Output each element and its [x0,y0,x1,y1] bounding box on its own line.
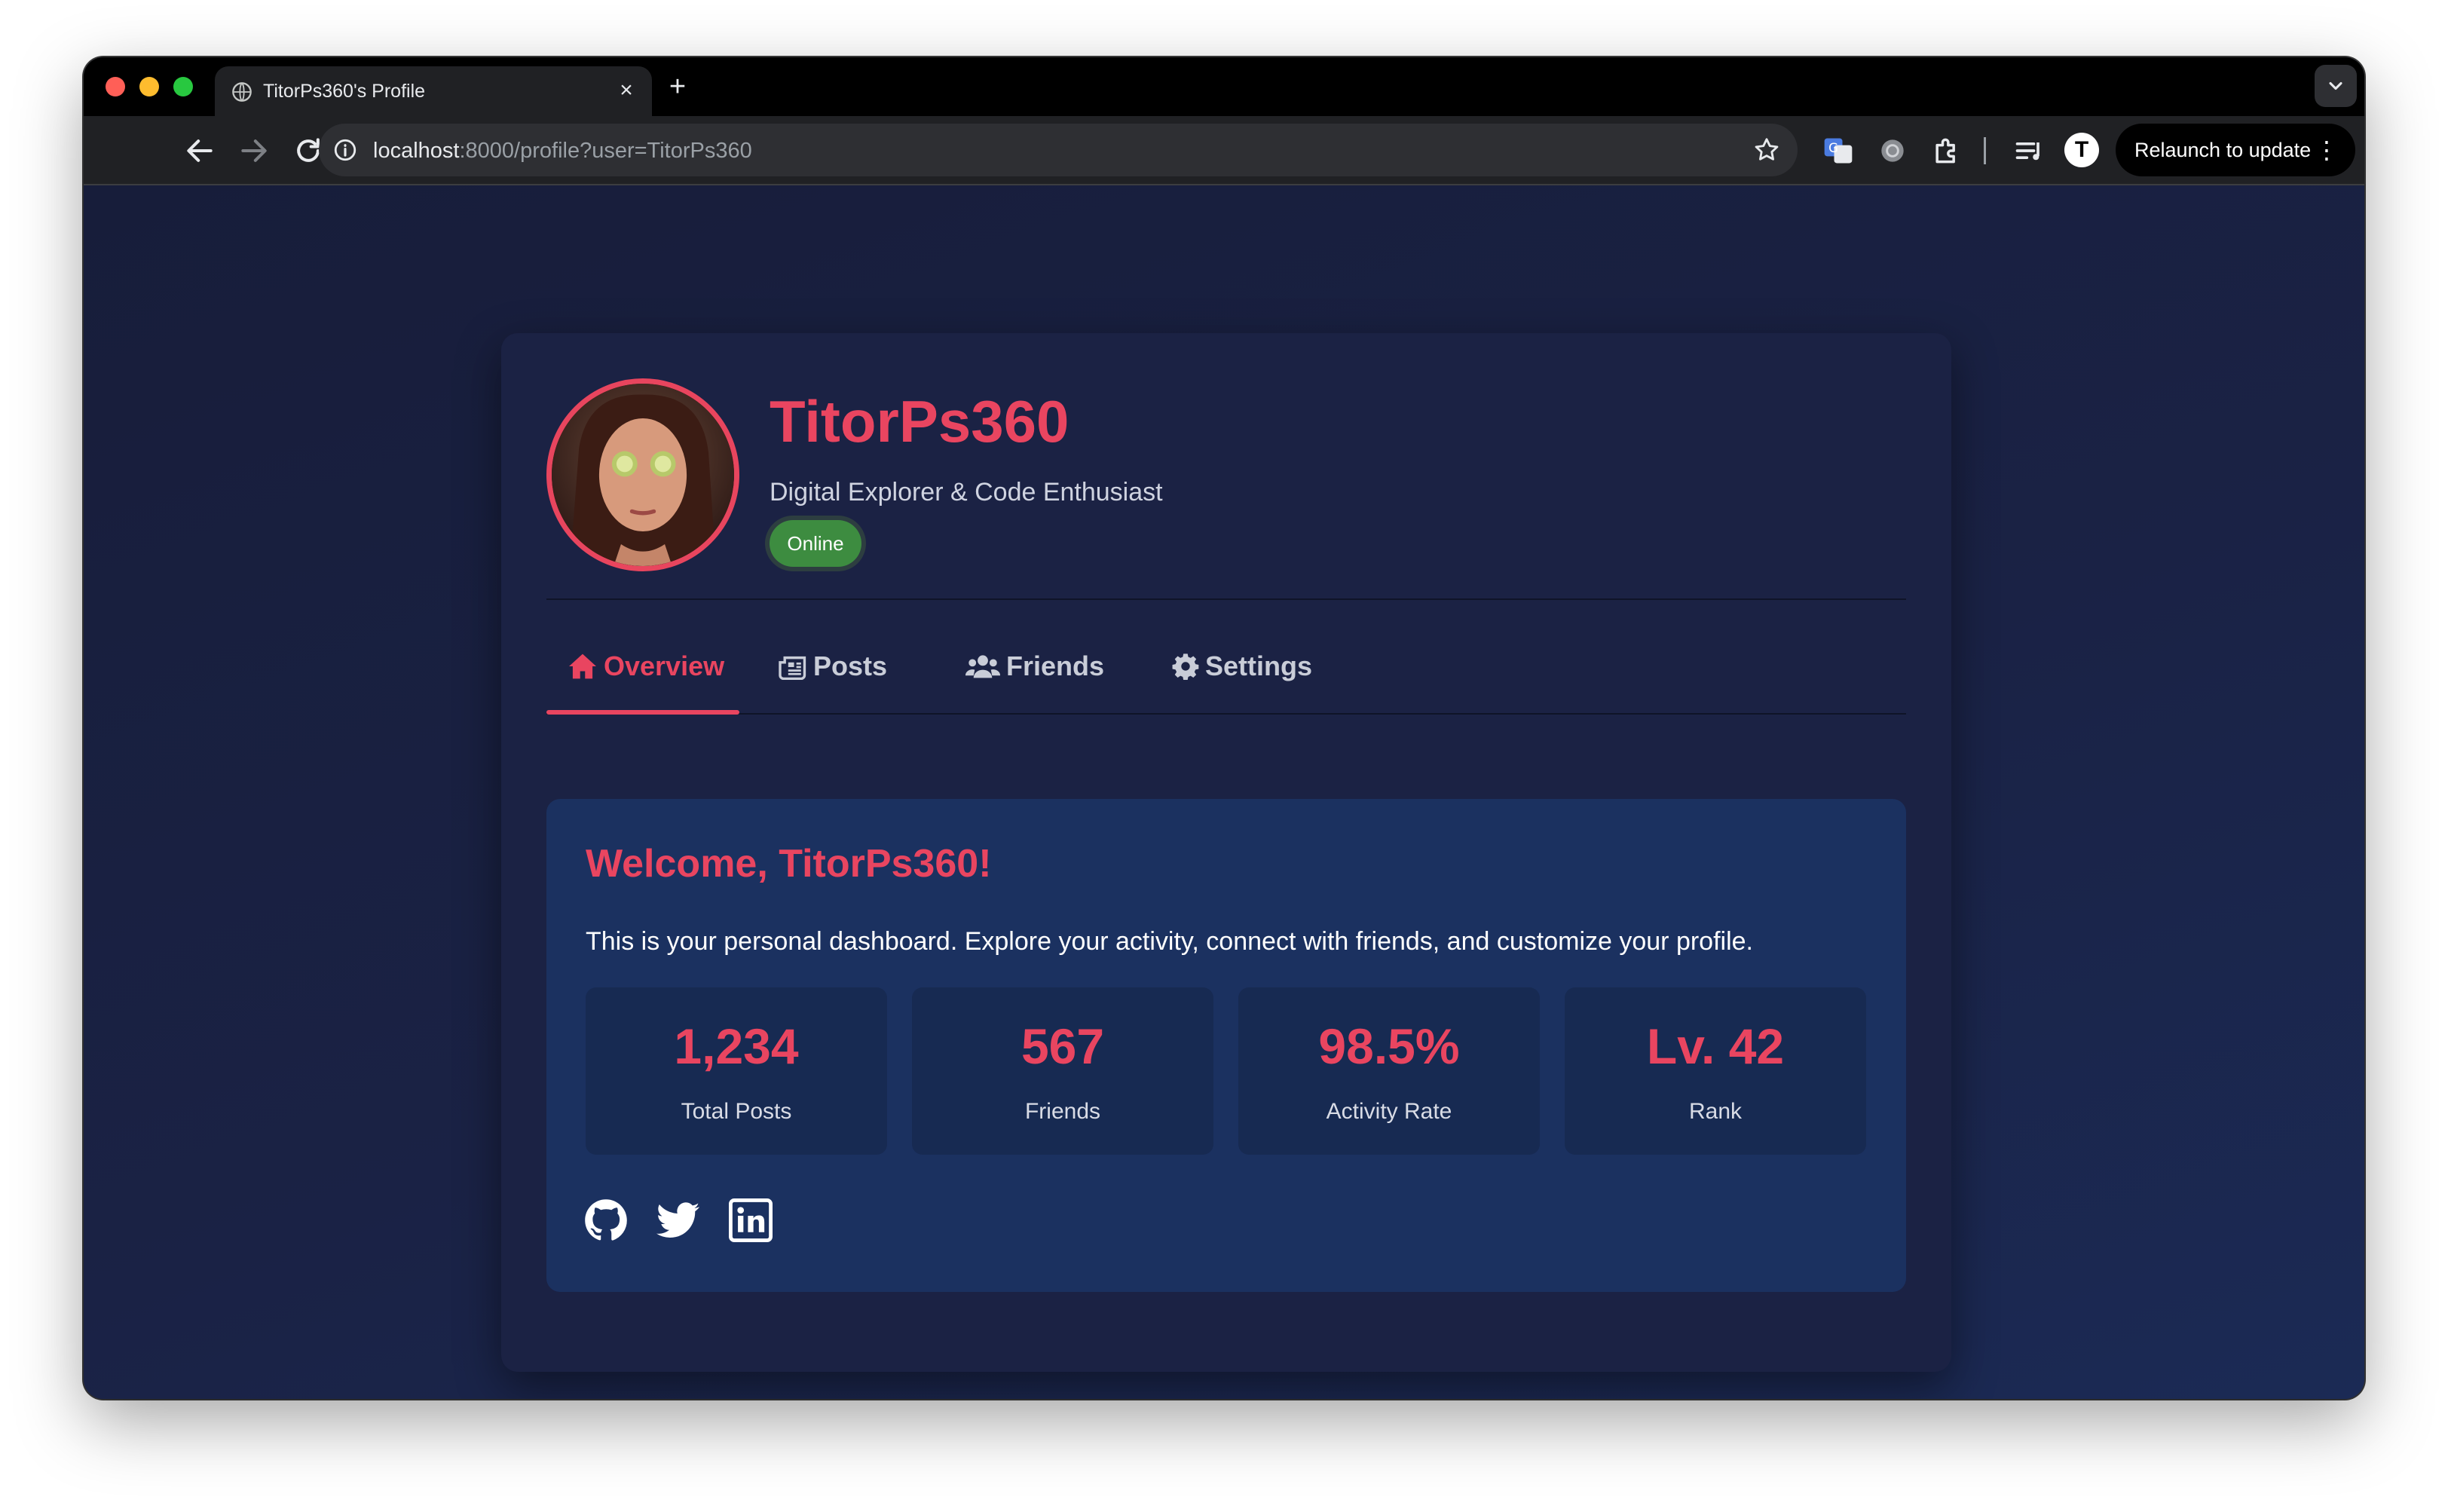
globe-icon [232,82,252,102]
tab-label: Friends [1006,650,1105,681]
status-badge: Online [770,520,861,567]
url-host: localhost [373,139,460,163]
extension-icon[interactable] [1876,134,1909,167]
minimize-window-button[interactable] [139,77,159,96]
browser-toolbar: localhost:8000/profile?user=TitorPs360 G… [84,116,2364,185]
chevron-down-icon [2329,81,2342,90]
profile-tabs: Overview Posts Friends Settings [546,635,1906,715]
stat-card-posts: 1,234 Total Posts [586,987,887,1155]
new-tab-button[interactable]: + [662,72,693,103]
overview-panel: Welcome, TitorPs360! This is your person… [546,799,1906,1292]
tab-overview[interactable]: Overview [546,635,739,715]
site-info-icon[interactable] [332,137,358,163]
avatar [546,378,739,571]
profile-tagline: Digital Explorer & Code Enthusiast [770,478,1163,507]
divider [546,598,1906,600]
tab-posts[interactable]: Posts [779,635,907,715]
profile-card: TitorPs360 Digital Explorer & Code Enthu… [501,333,1951,1372]
twitter-icon[interactable] [656,1198,700,1242]
newspaper-icon [779,656,806,681]
github-icon[interactable] [584,1198,628,1242]
avatar-image [552,384,734,566]
welcome-heading: Welcome, TitorPs360! [586,842,992,886]
maximize-window-button[interactable] [173,77,193,96]
forward-icon[interactable] [237,134,271,167]
relaunch-button[interactable]: Relaunch to update ⋮ [2116,124,2355,176]
address-bar[interactable]: localhost:8000/profile?user=TitorPs360 [319,124,1798,176]
stat-value: 98.5% [1318,1018,1460,1074]
tab-label: Overview [604,650,725,681]
users-icon [965,655,1001,678]
tab-friends[interactable]: Friends [965,635,1124,715]
svg-text:G: G [1828,141,1838,155]
browser-window: TitorPs360's Profile × + localhost:8000/… [84,57,2364,1399]
stat-value: 1,234 [674,1018,799,1074]
stat-label: Activity Rate [1326,1099,1452,1124]
stat-card-activity: 98.5% Activity Rate [1238,987,1540,1155]
tab-label: Posts [813,650,888,681]
bookmark-star-icon[interactable] [1752,136,1781,164]
url-path: :8000/profile?user=TitorPs360 [459,139,752,163]
linkedin-icon[interactable] [729,1198,773,1242]
page-title: TitorPs360 [770,388,1069,455]
back-icon[interactable] [183,134,216,167]
browser-tab[interactable]: TitorPs360's Profile × [215,66,652,116]
stat-card-friends: 567 Friends [912,987,1213,1155]
media-queue-icon[interactable] [2013,134,2046,167]
relaunch-label: Relaunch to update [2134,139,2312,161]
puzzle-icon[interactable] [1930,134,1963,167]
stat-label: Total Posts [681,1099,792,1124]
tab-strip: TitorPs360's Profile × + [84,57,2364,116]
profile-avatar-button[interactable]: T [2064,133,2099,167]
tab-settings[interactable]: Settings [1172,635,1330,715]
stat-label: Friends [1024,1099,1101,1124]
close-tab-icon[interactable]: × [613,77,640,104]
stat-card-rank: Lv. 42 Rank [1565,987,1866,1155]
tab-title: TitorPs360's Profile [263,81,426,102]
gear-icon [1172,653,1199,681]
stat-value: 567 [1021,1018,1105,1074]
close-window-button[interactable] [106,77,125,96]
tab-search-button[interactable] [2315,65,2357,107]
tab-label: Settings [1205,650,1313,681]
url-text: localhost:8000/profile?user=TitorPs360 [373,139,752,164]
toolbar-separator [1984,137,1986,164]
translate-icon[interactable]: G [1822,134,1855,167]
page-content: TitorPs360 Digital Explorer & Code Enthu… [84,185,2364,1399]
intro-text: This is your personal dashboard. Explore… [586,927,1753,956]
stat-value: Lv. 42 [1646,1018,1785,1074]
more-menu-icon[interactable]: ⋮ [2315,124,2339,176]
stat-label: Rank [1688,1099,1743,1124]
home-icon [569,653,596,679]
